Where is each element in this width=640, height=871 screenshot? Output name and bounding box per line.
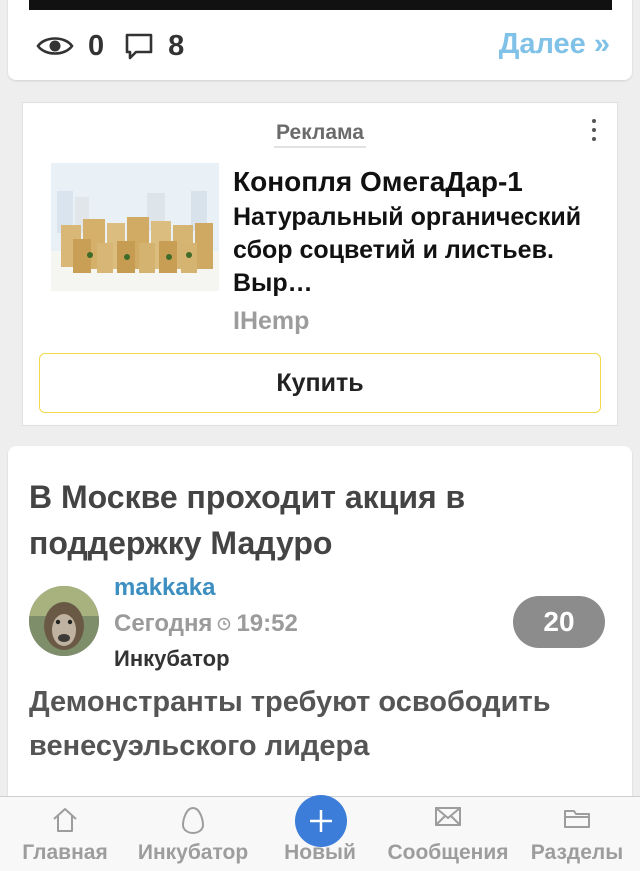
home-icon bbox=[53, 808, 77, 832]
community-name[interactable]: Инкубатор bbox=[114, 646, 230, 672]
ad-card[interactable]: Реклама Конопля ОмегаДар-1 Натуральный о… bbox=[22, 102, 618, 426]
post-timestamp: Сегодня 19:52 bbox=[114, 610, 298, 638]
views-count: 0 bbox=[88, 29, 105, 62]
bottom-navigation: Главная Инкубатор Новый Сообщения Раздел… bbox=[0, 795, 640, 871]
ad-image[interactable] bbox=[51, 163, 219, 291]
nav-item-incubator[interactable]: Инкубатор bbox=[130, 797, 256, 871]
post-text[interactable]: Демонстранты требуют освободить венесуэл… bbox=[29, 680, 599, 768]
more-options-icon[interactable] bbox=[591, 119, 597, 146]
clock-icon bbox=[218, 617, 231, 631]
nav-item-sections[interactable]: Разделы bbox=[522, 797, 632, 871]
post-stats: 0 8 bbox=[36, 29, 204, 63]
author-link[interactable]: makkaka bbox=[114, 574, 215, 602]
ad-label: Реклама bbox=[23, 121, 617, 148]
nav-item-messages[interactable]: Сообщения bbox=[380, 797, 516, 871]
nav-label-home: Главная bbox=[22, 841, 108, 864]
new-post-button[interactable] bbox=[295, 795, 347, 847]
eye-icon bbox=[36, 37, 74, 55]
ad-description: Натуральный органический сбор соцветий и… bbox=[233, 203, 582, 297]
post-date: Сегодня bbox=[114, 610, 213, 637]
nav-label-sections: Разделы bbox=[530, 841, 624, 864]
nav-label-messages: Сообщения bbox=[387, 841, 509, 864]
post-time: 19:52 bbox=[236, 610, 298, 637]
rating-badge[interactable]: 20 bbox=[513, 596, 605, 648]
ad-title[interactable]: Конопля ОмегаДар-1 bbox=[233, 165, 603, 199]
post-card: В Москве проходит акция в поддержку Маду… bbox=[8, 446, 632, 826]
ad-source: IHemp bbox=[233, 307, 310, 335]
plus-icon bbox=[310, 810, 332, 832]
nav-label-incubator: Инкубатор bbox=[137, 841, 249, 864]
comment-icon bbox=[125, 33, 153, 60]
post-title[interactable]: В Москве проходит акция в поддержку Маду… bbox=[29, 474, 589, 566]
comments-count: 8 bbox=[168, 29, 185, 62]
previous-post-card: 0 8 Далее » bbox=[8, 0, 632, 80]
avatar[interactable] bbox=[29, 586, 99, 656]
envelope-icon bbox=[435, 807, 461, 826]
nav-item-home[interactable]: Главная bbox=[10, 797, 120, 871]
read-more-link[interactable]: Далее » bbox=[499, 28, 610, 61]
video-preview-strip[interactable] bbox=[29, 0, 612, 10]
comments-stat[interactable]: 8 bbox=[124, 30, 184, 63]
folder-icon bbox=[564, 810, 590, 828]
egg-icon bbox=[181, 806, 205, 835]
views-stat: 0 bbox=[36, 30, 104, 63]
buy-button[interactable]: Купить bbox=[39, 353, 601, 413]
